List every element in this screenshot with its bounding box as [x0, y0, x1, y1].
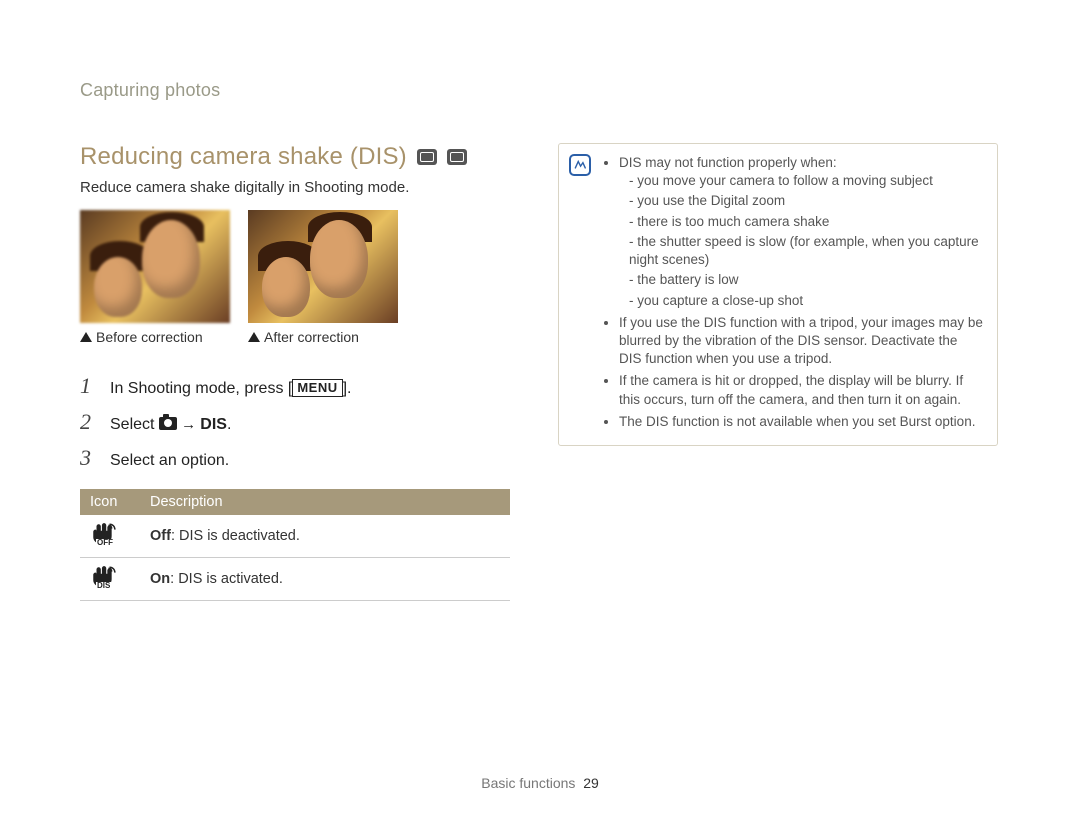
footer-section: Basic functions: [481, 775, 575, 791]
step-2: 2 Select → DIS.: [80, 409, 510, 435]
page-title: Reducing camera shake (DIS): [80, 143, 407, 171]
page-number: 29: [583, 775, 599, 791]
list-item: there is too much camera shake: [629, 213, 983, 231]
subtitle: Reduce camera shake digitally in Shootin…: [80, 179, 510, 196]
scene-mode-icon: [447, 149, 467, 165]
caption-after: After correction: [248, 329, 398, 345]
step-bold: DIS: [200, 416, 227, 433]
option-desc: : DIS is activated.: [170, 571, 283, 587]
steps-list: 1 In Shooting mode, press [MENU]. 2 Sele…: [80, 373, 510, 471]
step-text: Select: [110, 416, 159, 433]
list-item: If you use the DIS function with a tripo…: [619, 314, 983, 369]
image-before-correction: [80, 210, 230, 323]
note-reasons: you move your camera to follow a moving …: [619, 172, 983, 310]
note-box: DIS may not function properly when: you …: [558, 143, 998, 446]
caption-before-label: Before correction: [96, 329, 203, 345]
step-number: 2: [80, 409, 96, 435]
caption-after-label: After correction: [264, 329, 359, 345]
icon-sub-label: OFF: [96, 539, 114, 547]
page-footer: Basic functions 29: [0, 775, 1080, 791]
step-number: 1: [80, 373, 96, 399]
arrow-icon: →: [177, 416, 200, 433]
list-item: you move your camera to follow a moving …: [629, 172, 983, 190]
step-text: ].: [343, 380, 352, 397]
dis-off-icon: OFF: [90, 523, 116, 545]
caption-before: Before correction: [80, 329, 230, 345]
option-name: Off: [150, 528, 171, 544]
step-text: In Shooting mode, press [: [110, 380, 292, 397]
option-desc: : DIS is deactivated.: [171, 528, 300, 544]
menu-button-label: MENU: [292, 379, 342, 397]
program-mode-icon: [417, 149, 437, 165]
breadcrumb: Capturing photos: [80, 80, 1005, 101]
options-table: Icon Description OFF Off: DIS is deactiv…: [80, 489, 510, 601]
icon-sub-label: DIS: [96, 582, 111, 590]
step-text: .: [227, 416, 231, 433]
image-after-correction: [248, 210, 398, 323]
option-name: On: [150, 571, 170, 587]
table-header-description: Description: [140, 489, 510, 515]
dis-on-icon: DIS: [90, 566, 116, 588]
note-intro: DIS may not function properly when:: [619, 155, 837, 170]
table-header-icon: Icon: [80, 489, 140, 515]
list-item: the battery is low: [629, 271, 983, 289]
note-icon: [569, 154, 591, 176]
step-3: 3 Select an option.: [80, 445, 510, 471]
list-item: If the camera is hit or dropped, the dis…: [619, 372, 983, 408]
step-1: 1 In Shooting mode, press [MENU].: [80, 373, 510, 399]
triangle-up-icon: [248, 332, 260, 342]
table-row: DIS On: DIS is activated.: [80, 558, 510, 601]
table-row: OFF Off: DIS is deactivated.: [80, 515, 510, 558]
step-number: 3: [80, 445, 96, 471]
list-item: you capture a close-up shot: [629, 292, 983, 310]
list-item: the shutter speed is slow (for example, …: [629, 233, 983, 269]
left-column: Reducing camera shake (DIS) Reduce camer…: [80, 143, 510, 601]
triangle-up-icon: [80, 332, 92, 342]
camera-icon: [159, 417, 177, 430]
example-images: [80, 210, 510, 323]
step-text: Select an option.: [110, 452, 229, 470]
list-item: The DIS function is not available when y…: [619, 413, 983, 431]
list-item: you use the Digital zoom: [629, 192, 983, 210]
right-column: DIS may not function properly when: you …: [558, 143, 998, 601]
